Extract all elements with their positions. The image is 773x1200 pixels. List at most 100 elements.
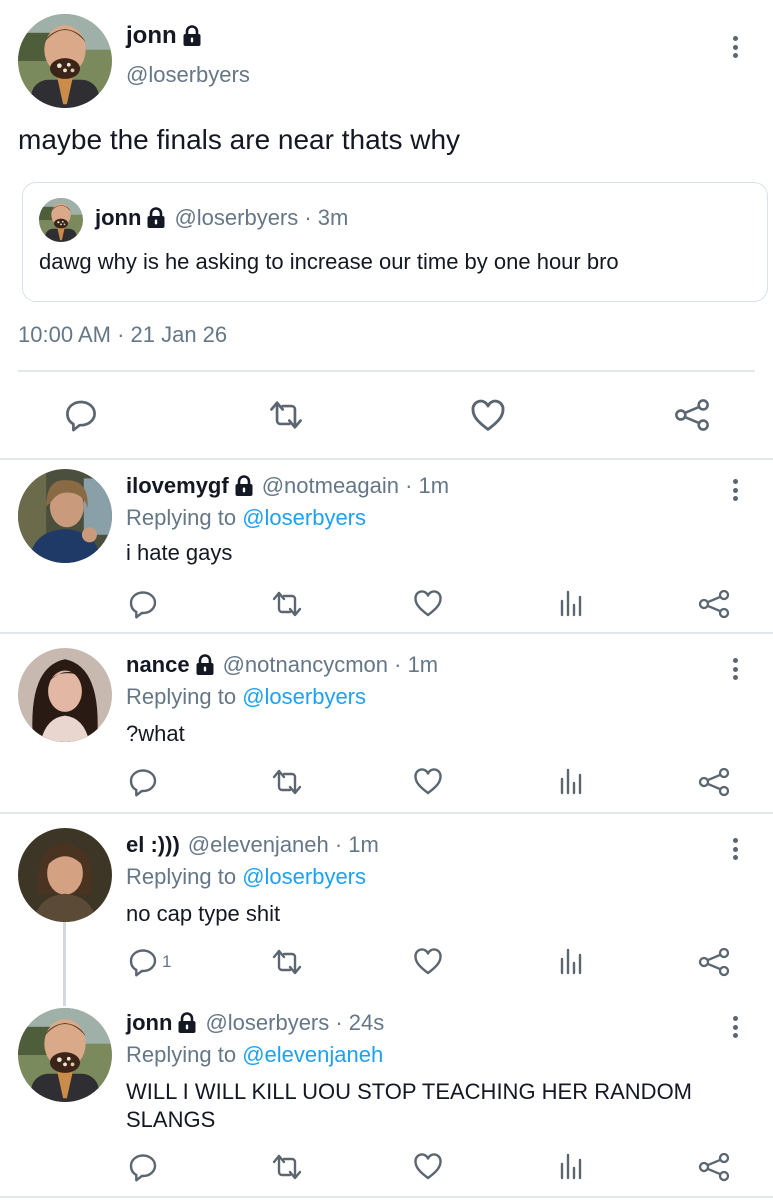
reply-author-name[interactable]: jonn xyxy=(126,1010,172,1036)
divider xyxy=(0,1196,773,1198)
reply-author-name[interactable]: ilovemygf xyxy=(126,473,229,499)
mention-link[interactable]: @elevenjaneh xyxy=(242,1042,383,1067)
author-handle[interactable]: @loserbyers xyxy=(126,62,250,88)
lock-icon xyxy=(234,475,254,497)
author-name[interactable]: jonn xyxy=(126,22,202,50)
retweet-button[interactable] xyxy=(267,398,305,432)
avatar[interactable] xyxy=(18,828,112,922)
avatar-image xyxy=(18,648,112,742)
quote-handle-time: @loserbyers · 3m xyxy=(174,205,349,230)
reply-handle-time: @notmeagain · 1m xyxy=(261,473,450,498)
avatar-image xyxy=(39,198,83,242)
more-vertical-icon[interactable] xyxy=(725,1012,745,1042)
lock-icon xyxy=(177,1012,197,1034)
stats-icon xyxy=(559,947,583,975)
reply-button[interactable] xyxy=(128,589,158,619)
avatar-image xyxy=(18,469,112,563)
like-button[interactable] xyxy=(470,398,506,432)
like-button[interactable] xyxy=(413,1152,443,1180)
quote-avatar xyxy=(39,198,83,242)
avatar-image xyxy=(18,828,112,922)
tweet-timestamp: 10:00 AM · 21 Jan 26 xyxy=(18,322,228,347)
retweet-icon xyxy=(270,589,304,619)
reply-author-name[interactable]: nance xyxy=(126,652,190,678)
share-button[interactable] xyxy=(697,947,731,977)
reply-author-name[interactable]: el :))) xyxy=(126,832,180,858)
reply-header: el :))) @elevenjaneh · 1m xyxy=(126,832,379,858)
reply-button[interactable] xyxy=(128,767,158,797)
avatar[interactable] xyxy=(18,469,112,563)
quote-author-name: jonn xyxy=(95,205,142,230)
share-icon xyxy=(697,589,731,619)
share-button[interactable] xyxy=(673,398,711,432)
retweet-button[interactable] xyxy=(270,1152,304,1182)
reply-text: ?what xyxy=(126,721,185,746)
avatar[interactable] xyxy=(18,14,112,108)
share-button[interactable] xyxy=(697,1152,731,1182)
reply-icon xyxy=(64,398,98,432)
share-icon xyxy=(697,767,731,797)
retweet-icon xyxy=(267,398,305,432)
reply-handle-time: @elevenjaneh · 1m xyxy=(187,832,379,857)
reply-header: jonn @loserbyers · 24s xyxy=(126,1010,384,1036)
reply-icon xyxy=(128,767,158,797)
reply-icon xyxy=(128,947,158,977)
more-vertical-icon[interactable] xyxy=(725,475,745,505)
reply-icon xyxy=(128,589,158,619)
avatar-image xyxy=(18,14,112,108)
mention-link[interactable]: @loserbyers xyxy=(242,864,366,889)
stats-button[interactable] xyxy=(559,589,583,617)
avatar[interactable] xyxy=(18,1008,112,1102)
retweet-icon xyxy=(270,767,304,797)
reply-handle-time: @loserbyers · 24s xyxy=(205,1010,385,1035)
replying-label: Replying to xyxy=(126,1042,243,1067)
reply-tweet[interactable]: el :))) @elevenjaneh · 1m Replying to @l… xyxy=(0,814,773,994)
share-icon xyxy=(673,398,711,432)
stats-icon xyxy=(559,589,583,617)
retweet-button[interactable] xyxy=(270,947,304,977)
retweet-button[interactable] xyxy=(270,767,304,797)
reply-text: no cap type shit xyxy=(126,901,281,926)
lock-icon xyxy=(195,654,215,676)
share-button[interactable] xyxy=(697,589,731,619)
reply-header: ilovemygf @notmeagain · 1m xyxy=(126,473,449,499)
avatar[interactable] xyxy=(18,648,112,742)
reply-button[interactable] xyxy=(64,398,98,432)
more-vertical-icon[interactable] xyxy=(725,32,745,62)
reply-tweet[interactable]: nance @notnancycmon · 1m Replying to @lo… xyxy=(0,634,773,812)
like-button[interactable] xyxy=(413,589,443,617)
reply-button[interactable]: 1 xyxy=(128,947,171,977)
reply-handle-time: @notnancycmon · 1m xyxy=(222,652,439,677)
reply-button[interactable] xyxy=(128,1152,158,1182)
reply-header: nance @notnancycmon · 1m xyxy=(126,652,438,678)
reply-text: i hate gays xyxy=(126,540,233,565)
reply-tweet[interactable]: ilovemygf @notmeagain · 1m Replying to @… xyxy=(0,459,773,633)
replying-label: Replying to xyxy=(126,864,243,889)
stats-icon xyxy=(559,1152,583,1180)
reply-count: 1 xyxy=(162,952,172,971)
reply-tweet[interactable]: jonn @loserbyers · 24s Replying to @elev… xyxy=(0,994,773,1194)
like-button[interactable] xyxy=(413,767,443,795)
reply-icon xyxy=(128,1152,158,1182)
stats-button[interactable] xyxy=(559,1152,583,1180)
retweet-icon xyxy=(270,1152,304,1182)
share-icon xyxy=(697,947,731,977)
divider xyxy=(18,370,755,372)
replying-label: Replying to xyxy=(126,684,243,709)
quote-text: dawg why is he asking to increase our ti… xyxy=(39,249,619,274)
more-vertical-icon[interactable] xyxy=(725,834,745,864)
mention-link[interactable]: @loserbyers xyxy=(242,505,366,530)
heart-icon xyxy=(413,1152,443,1180)
retweet-button[interactable] xyxy=(270,589,304,619)
share-button[interactable] xyxy=(697,767,731,797)
author-name-text: jonn xyxy=(126,22,177,49)
more-vertical-icon[interactable] xyxy=(725,654,745,684)
stats-button[interactable] xyxy=(559,947,583,975)
mention-link[interactable]: @loserbyers xyxy=(242,684,366,709)
like-button[interactable] xyxy=(413,947,443,975)
quoted-tweet[interactable]: jonn @loserbyers · 3m dawg why is he ask… xyxy=(22,182,768,302)
heart-icon xyxy=(470,398,506,432)
replying-to: Replying to @loserbyers xyxy=(126,864,366,890)
stats-button[interactable] xyxy=(559,767,583,795)
replying-to: Replying to @elevenjaneh xyxy=(126,1042,383,1068)
